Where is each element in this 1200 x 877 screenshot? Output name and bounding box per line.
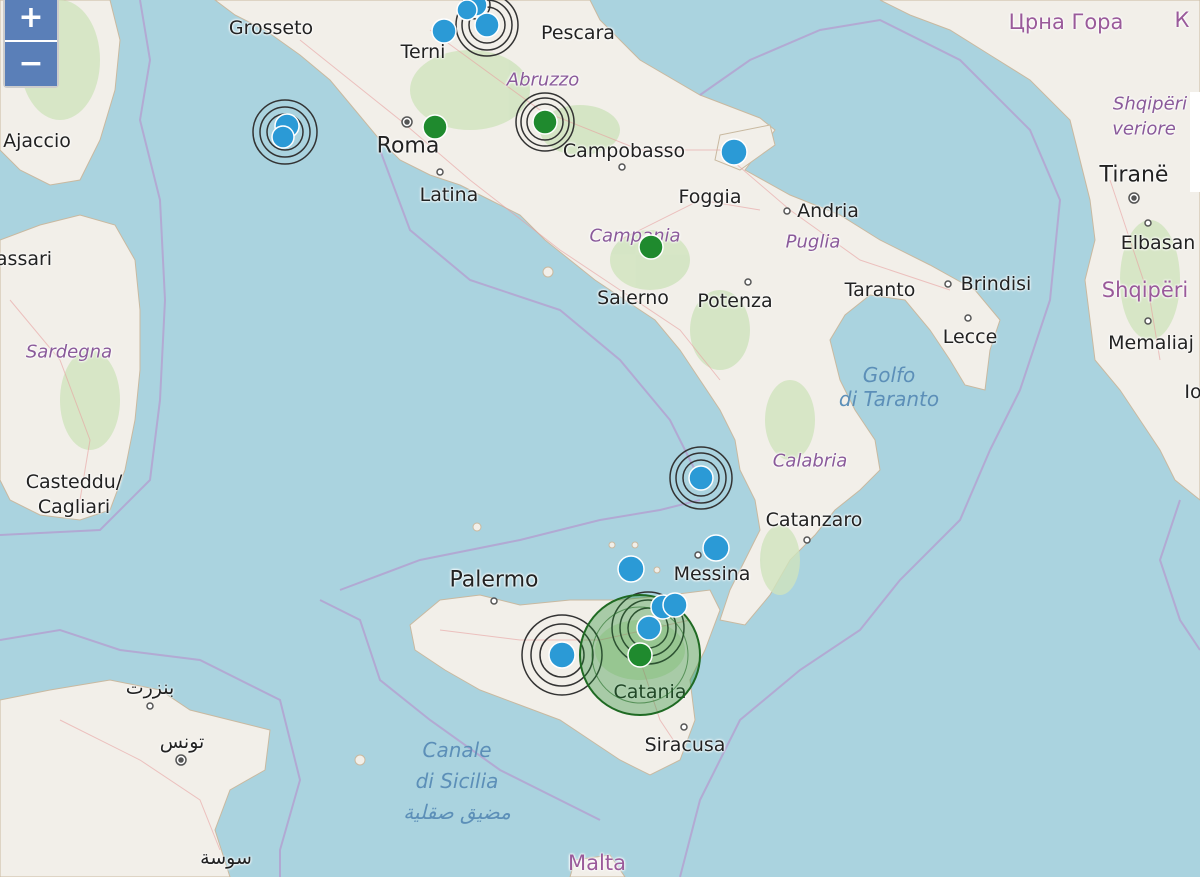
quake-marker-abruzzo-north-1[interactable]: [474, 12, 500, 38]
right-edge-panel: [1190, 92, 1200, 192]
marker-dots: [271, 0, 748, 669]
quake-marker-catania-major[interactable]: [627, 642, 653, 668]
quake-marker-tyrrhenian-2[interactable]: [271, 125, 295, 149]
quake-marker-roma-east[interactable]: [422, 114, 448, 140]
quake-marker-campania[interactable]: [638, 234, 664, 260]
quake-marker-aeolian[interactable]: [688, 465, 714, 491]
zoom-out-button[interactable]: −: [5, 42, 57, 86]
map-canvas[interactable]: Grosseto Terni Pescara Abruzzo Ajaccio R…: [0, 0, 1200, 877]
quake-marker-terni[interactable]: [431, 18, 457, 44]
quake-marker-abruzzo[interactable]: [532, 109, 558, 135]
zoom-control: + −: [3, 0, 59, 88]
quake-marker-gargano[interactable]: [720, 138, 748, 166]
quake-marker-central-sicily[interactable]: [548, 641, 576, 669]
zoom-in-button[interactable]: +: [5, 0, 57, 42]
quake-marker-nebrodi-2[interactable]: [662, 592, 688, 618]
quake-marker-abruzzo-north-3[interactable]: [456, 0, 478, 21]
quake-marker-tyrrhenian-sicily[interactable]: [617, 555, 645, 583]
quake-marker-messina-north[interactable]: [702, 534, 730, 562]
quake-marker-etna[interactable]: [636, 615, 662, 641]
